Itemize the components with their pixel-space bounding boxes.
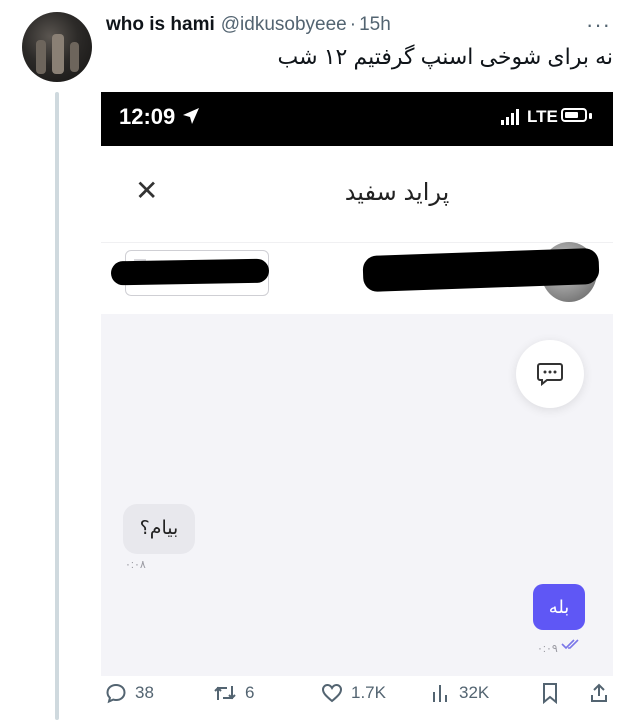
views-count: 32K <box>459 683 490 702</box>
incoming-message-time: ۰:۰۸ <box>125 559 146 571</box>
views-button[interactable]: 32K <box>431 676 489 710</box>
avatar[interactable] <box>22 12 92 82</box>
retweet-icon <box>214 686 236 700</box>
share-button[interactable] <box>589 676 617 710</box>
tweet-media-image[interactable]: 12:09 LTE ✕ پراید سفید بیام؟ ۰:۰۸ بله ۰:… <box>101 92 613 676</box>
chat-title: پراید سفید <box>344 179 450 206</box>
message-button[interactable] <box>516 340 584 408</box>
outgoing-message-text: بله <box>548 597 570 617</box>
retweet-button[interactable]: 6 <box>213 676 254 710</box>
more-options-icon[interactable]: ··· <box>586 12 611 38</box>
like-button[interactable]: 1.7K <box>321 676 386 710</box>
location-arrow-icon <box>183 108 199 124</box>
chat-bubble-icon <box>537 363 563 386</box>
like-count: 1.7K <box>351 683 386 702</box>
reply-button[interactable]: 38 <box>105 676 154 710</box>
tweet-actions: 38 6 1.7K 32K <box>101 676 613 710</box>
user-handle[interactable]: @idkusobyeee <box>221 14 347 36</box>
incoming-message-text: بیام؟ <box>139 518 179 539</box>
separator-dot: · <box>349 14 357 35</box>
status-time: 12:09 <box>119 104 176 129</box>
share-icon <box>591 683 607 702</box>
outgoing-message-time: ۰:۰۹ <box>537 643 558 655</box>
battery-icon <box>561 108 587 122</box>
bookmark-icon <box>543 683 557 704</box>
redaction-left <box>110 258 270 286</box>
network-label: LTE <box>527 107 558 126</box>
tweet-text: نه برای شوخی اسنپ گرفتیم ۱۲ شب <box>277 44 613 69</box>
battery-tip <box>589 113 592 119</box>
reply-icon <box>106 683 126 704</box>
views-chart-icon <box>433 685 447 702</box>
tweet-header: who is hami @idkusobyeee · 15h <box>106 12 391 38</box>
divider <box>101 242 613 243</box>
status-bar: 12:09 LTE <box>101 92 613 146</box>
signal-icon <box>501 109 519 125</box>
reply-count: 38 <box>135 683 154 702</box>
read-ticks-icon <box>561 639 579 650</box>
bookmark-button[interactable] <box>541 676 567 710</box>
thread-line <box>55 92 59 720</box>
tweet-time[interactable]: 15h <box>359 14 391 36</box>
display-name[interactable]: who is hami <box>106 14 215 36</box>
heart-icon <box>321 683 343 703</box>
retweet-count: 6 <box>245 683 255 702</box>
